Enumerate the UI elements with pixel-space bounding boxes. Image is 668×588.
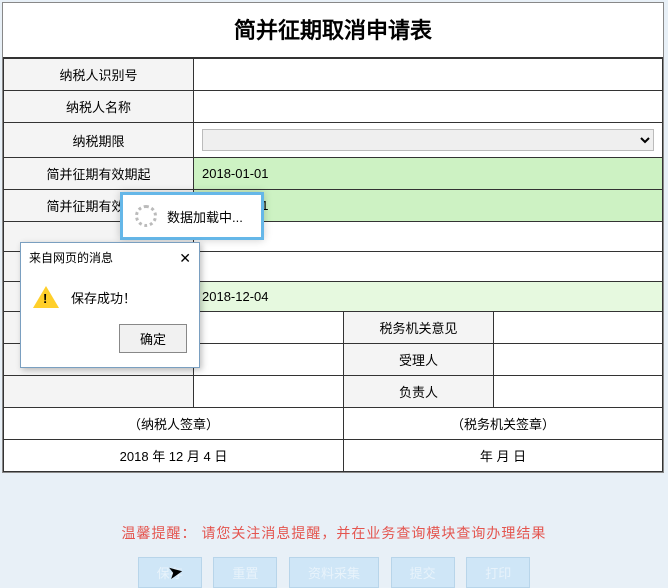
tax-sign: （税务机关签章） xyxy=(344,408,663,440)
warning-icon xyxy=(33,286,59,308)
taxpayer-name-value xyxy=(194,91,663,123)
loading-modal: 数据加载中... xyxy=(120,192,264,240)
tax-period-cell xyxy=(194,123,663,158)
page-title: 简并征期取消申请表 xyxy=(3,3,663,58)
message-dialog: 来自网页的消息 ✕ 保存成功！ 确定 xyxy=(20,242,200,368)
save-button[interactable]: 保存 xyxy=(138,557,202,588)
close-icon[interactable]: ✕ xyxy=(179,251,191,265)
valid-to-value: 2018-03-31 xyxy=(194,190,663,222)
date-right: 年 月 日 xyxy=(344,440,663,472)
tax-period-label: 纳税期限 xyxy=(4,123,194,158)
tip-body: 请您关注消息提醒，并在业务查询模块查询办理结果 xyxy=(201,525,546,541)
form-panel: 简并征期取消申请表 纳税人识别号 纳税人名称 纳税期限 简并征期有效期起 201… xyxy=(2,2,664,473)
spinner-icon xyxy=(135,205,157,227)
taxpayer-id-label: 纳税人识别号 xyxy=(4,59,194,91)
taxpayer-id-value xyxy=(194,59,663,91)
valid-from-value: 2018-01-01 xyxy=(194,158,663,190)
tax-period-select[interactable] xyxy=(202,129,654,151)
apply-date-value: 2018-12-04 xyxy=(194,282,663,312)
dialog-title: 来自网页的消息 xyxy=(29,249,113,266)
taxpayer-sign: （纳税人签章） xyxy=(4,408,344,440)
footer-tip: 温馨提醒： 请您关注消息提醒，并在业务查询模块查询办理结果 xyxy=(0,523,668,543)
taxpayer-name-label: 纳税人名称 xyxy=(4,91,194,123)
accept-person-label: 受理人 xyxy=(344,344,494,376)
tax-opinion-label: 税务机关意见 xyxy=(344,312,494,344)
button-bar: 保存 重置 资料采集 提交 打印 xyxy=(0,557,668,588)
reset-button[interactable]: 重置 xyxy=(213,557,277,588)
valid-from-label: 简并征期有效期起 xyxy=(4,158,194,190)
submit-button[interactable]: 提交 xyxy=(391,557,455,588)
loading-text: 数据加载中... xyxy=(167,207,243,226)
date-left: 2018 年 12 月 4 日 xyxy=(4,440,344,472)
tip-prefix: 温馨提醒： xyxy=(122,525,197,541)
dialog-body: 保存成功！ xyxy=(71,288,136,307)
charge-person-label: 负责人 xyxy=(344,376,494,408)
collect-button[interactable]: 资料采集 xyxy=(289,557,379,588)
print-button[interactable]: 打印 xyxy=(466,557,530,588)
ok-button[interactable]: 确定 xyxy=(119,324,187,353)
